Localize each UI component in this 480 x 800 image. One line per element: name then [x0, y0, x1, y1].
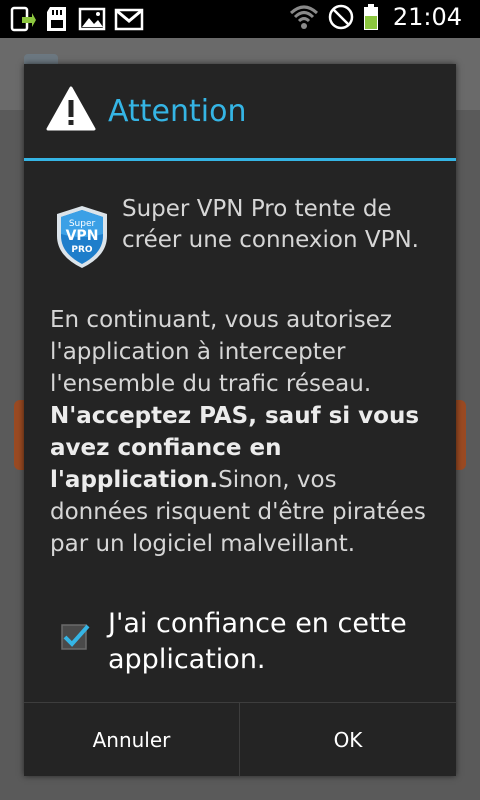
app-update-icon: [10, 6, 36, 32]
vpn-permission-dialog: Attention Super VPN PRO Super VPN Pro te…: [24, 64, 456, 776]
dialog-warning-message: En continuant, vous autorisez l'applicat…: [50, 304, 442, 560]
gallery-icon: [78, 7, 106, 31]
battery-icon: [363, 4, 378, 30]
logo-text-pro: PRO: [71, 245, 93, 255]
sd-card-icon: [47, 7, 66, 31]
warning-icon: [46, 86, 96, 131]
trust-checkbox[interactable]: [60, 621, 92, 653]
dialog-intro-message: Super VPN Pro tente de créer une connexi…: [122, 196, 419, 253]
trust-checkbox-label[interactable]: J'ai confiance en cette application.: [108, 606, 448, 678]
super-vpn-pro-logo: Super VPN PRO: [57, 206, 107, 268]
wifi-icon: [289, 5, 318, 29]
gmail-icon: [114, 8, 144, 31]
status-bar: 21:04: [0, 0, 480, 38]
trust-checkbox-row[interactable]: J'ai confiance en cette application.: [60, 606, 440, 676]
logo-text-vpn: VPN: [66, 228, 99, 244]
dialog-title: Attention: [108, 94, 247, 129]
cancel-button[interactable]: Annuler: [24, 703, 239, 776]
clock: 21:04: [392, 3, 462, 31]
warning-text-part1: En continuant, vous autorisez l'applicat…: [50, 307, 392, 397]
no-signal-icon: [328, 4, 354, 30]
ok-button[interactable]: OK: [240, 703, 456, 776]
title-divider: [24, 158, 456, 161]
dialog-header: Attention: [24, 64, 456, 158]
